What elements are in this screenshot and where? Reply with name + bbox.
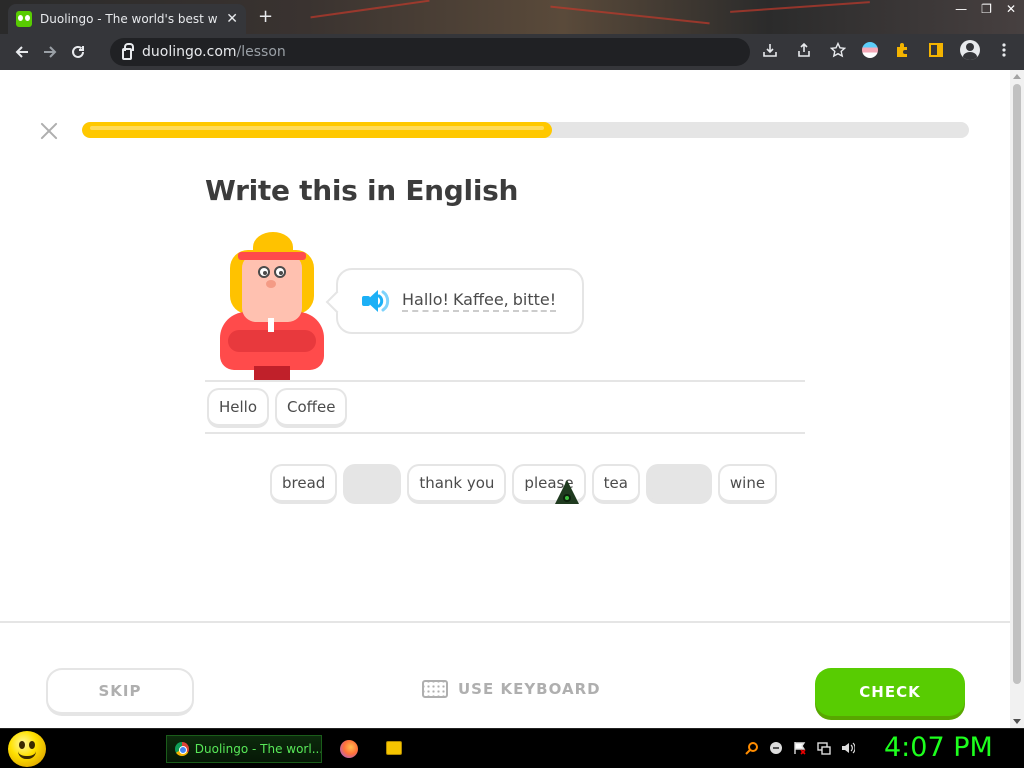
answer-chip[interactable]: Coffee [275,388,348,428]
search-icon[interactable] [744,740,760,756]
status-circle-icon[interactable] [768,740,784,756]
answer-line [205,432,805,434]
use-keyboard-button[interactable]: USE KEYBOARD [422,680,601,698]
character-illustration [218,232,328,380]
install-app-icon[interactable] [760,40,780,60]
challenge-heading: Write this in English [205,174,519,207]
chrome-icon [175,742,189,756]
bookmark-star-icon[interactable] [828,40,848,60]
wallpaper-decoration [250,0,930,34]
lesson-progress-bar [82,122,969,138]
reload-button[interactable] [64,38,92,66]
forward-arrow-icon [44,46,57,58]
extensions-puzzle-icon[interactable] [892,40,912,60]
answer-line [205,380,805,382]
progress-fill [82,122,553,138]
url-host: duolingo.com [142,44,237,60]
duolingo-favicon-icon [16,11,32,27]
lock-icon[interactable] [122,43,134,60]
answer-chip[interactable]: Hello [207,388,270,428]
prompt-word[interactable]: Kaffee, [452,290,509,312]
system-clock[interactable]: 4:07 PM [884,732,993,763]
speaker-icon[interactable] [362,288,392,314]
mouse-cursor-icon [555,480,579,508]
taskbar-item-chrome[interactable]: Duolingo - The worl... [166,735,322,763]
prompt-sentence: Hallo! Kaffee, bitte! [402,290,557,312]
skip-button[interactable]: SKIP [46,668,194,716]
prompt-speech-bubble: Hallo! Kaffee, bitte! [325,268,584,334]
keyboard-icon [422,680,448,698]
word-bank-chip[interactable]: wine [717,464,778,504]
taskbar-item-label: Duolingo - The worl... [194,742,321,756]
share-icon[interactable] [794,40,814,60]
word-bank-chip[interactable]: thank you [407,464,507,504]
maximize-button[interactable]: ❐ [981,2,992,16]
tab-title: Duolingo - The world's best way [40,12,218,26]
word-bank-slot-empty [343,464,402,504]
volume-icon[interactable] [840,740,856,756]
page-scrollbar[interactable] [1010,70,1024,728]
word-bank: bread thank you please tea wine [270,464,778,504]
browser-toolbar: duolingo.com /lesson [0,34,1024,70]
back-button[interactable] [8,38,36,66]
new-tab-button[interactable]: + [258,6,273,27]
folder-icon[interactable] [386,741,402,755]
scroll-thumb[interactable] [1013,84,1021,684]
address-bar[interactable]: duolingo.com /lesson [110,38,750,66]
answer-area: Hello Coffee [207,388,348,428]
prompt-word[interactable]: bitte! [512,290,557,312]
prompt-word[interactable]: Hallo! [402,290,449,312]
browser-tabstrip: Duolingo - The world's best way ✕ + — ❐ … [0,0,1024,34]
system-tray [744,740,856,756]
close-lesson-icon[interactable] [38,120,60,142]
scroll-up-icon[interactable] [1013,74,1021,79]
word-bank-chip[interactable]: tea [591,464,640,504]
os-taskbar: Duolingo - The worl... 4:07 PM [0,728,1024,768]
close-window-button[interactable]: ✕ [1006,2,1016,16]
use-keyboard-label: USE KEYBOARD [458,680,601,698]
footer-divider [0,621,1010,623]
back-arrow-icon [15,46,28,58]
browser-tab[interactable]: Duolingo - The world's best way ✕ [8,4,246,34]
firefox-icon[interactable] [340,740,358,758]
word-bank-slot-empty [645,464,712,504]
lesson-page: Write this in English Hallo! Kaffee, bit… [0,70,1024,728]
scroll-down-icon[interactable] [1013,719,1021,724]
minimize-button[interactable]: — [955,2,967,16]
extension-flag-icon[interactable] [862,42,878,58]
url-path: /lesson [236,44,286,60]
reload-icon [72,45,84,58]
forward-button[interactable] [36,38,64,66]
check-button[interactable]: CHECK [815,668,965,716]
tab-close-icon[interactable]: ✕ [226,11,238,27]
action-center-flag-icon[interactable] [792,740,808,756]
toolbar-actions [760,40,1014,60]
start-button-smiley-icon[interactable] [8,731,46,767]
window-controls: — ❐ ✕ [955,2,1016,16]
network-icon[interactable] [816,740,832,756]
word-bank-chip[interactable]: bread [270,464,338,504]
profile-avatar-icon[interactable] [960,40,980,60]
menu-dots-icon[interactable] [994,40,1014,60]
side-panel-icon[interactable] [926,40,946,60]
